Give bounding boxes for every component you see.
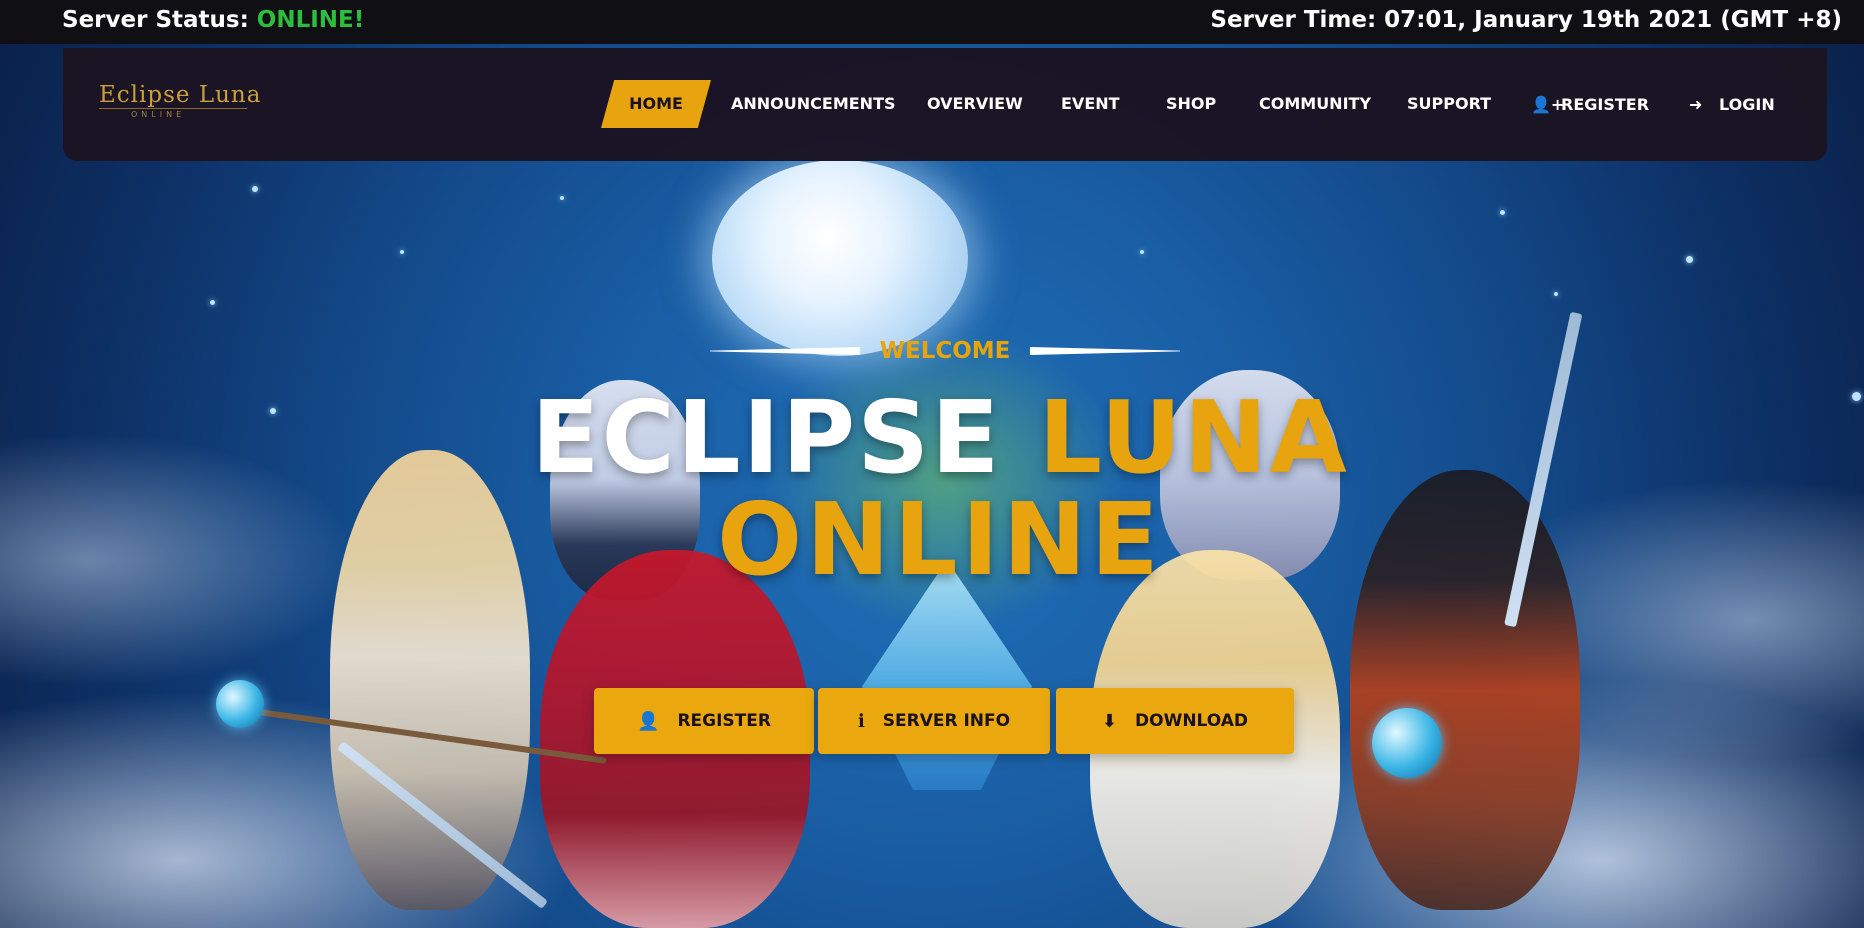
download-button[interactable]: ⬇ DOWNLOAD xyxy=(1056,688,1294,754)
download-icon: ⬇ xyxy=(1101,710,1118,732)
user-plus-icon: 👤 xyxy=(637,710,660,732)
server-status-bar: Server Status: ONLINE! Server Time: 07:0… xyxy=(0,0,1864,44)
hero-title-gold: LUNA xyxy=(1038,379,1349,496)
nav-announcements[interactable]: ANNOUNCEMENTS xyxy=(731,94,896,113)
nav-event[interactable]: EVENT xyxy=(1061,94,1120,113)
nav-home-label: HOME xyxy=(629,94,683,113)
star xyxy=(270,408,276,414)
star xyxy=(1140,250,1144,254)
logo[interactable]: Eclipse Luna xyxy=(99,82,261,108)
star xyxy=(1686,256,1693,263)
server-status-label: Server Status: xyxy=(62,7,257,33)
orb-image xyxy=(216,680,264,728)
server-time: Server Time: 07:01, January 19th 2021 (G… xyxy=(1210,7,1842,33)
star xyxy=(1554,292,1558,296)
logo-subtitle: ONLINE xyxy=(131,110,186,119)
server-info-button-label: SERVER INFO xyxy=(882,711,1011,731)
nav-login-label: LOGIN xyxy=(1719,95,1775,114)
star xyxy=(1500,210,1505,215)
server-info-button[interactable]: ℹ SERVER INFO xyxy=(818,688,1050,754)
star xyxy=(1852,392,1861,401)
nav-register[interactable]: 👤+REGISTER xyxy=(1531,95,1649,114)
nav-home[interactable]: HOME xyxy=(601,80,711,128)
star xyxy=(252,186,258,192)
nav-register-label: REGISTER xyxy=(1561,95,1650,114)
download-button-label: DOWNLOAD xyxy=(1135,711,1249,731)
star xyxy=(560,196,564,200)
nav-overview[interactable]: OVERVIEW xyxy=(927,94,1023,113)
main-navbar: Eclipse Luna ONLINE HOME ANNOUNCEMENTS O… xyxy=(63,48,1827,161)
info-icon: ℹ xyxy=(857,710,865,732)
user-plus-icon: 👤+ xyxy=(1531,95,1565,114)
welcome-heading: WELCOME xyxy=(710,338,1180,368)
logo-divider xyxy=(99,108,247,109)
sign-in-icon: ➜ xyxy=(1689,95,1703,114)
nav-login[interactable]: ➜ LOGIN xyxy=(1689,95,1775,114)
server-status-value: ONLINE! xyxy=(256,7,365,33)
star xyxy=(210,300,215,305)
nav-support[interactable]: SUPPORT xyxy=(1407,94,1491,113)
nav-community[interactable]: COMMUNITY xyxy=(1259,94,1371,113)
register-button-label: REGISTER xyxy=(677,711,771,731)
star xyxy=(400,250,404,254)
server-status: Server Status: ONLINE! xyxy=(62,7,364,33)
hero-title-line1: ECLIPSE LUNA xyxy=(460,388,1420,488)
register-button[interactable]: 👤 REGISTER xyxy=(594,688,814,754)
orb-image xyxy=(1372,708,1442,778)
moon-image xyxy=(712,160,968,356)
hero-title-white: ECLIPSE xyxy=(531,379,1039,496)
nav-shop[interactable]: SHOP xyxy=(1166,94,1216,113)
hero-title-line2: ONLINE xyxy=(717,481,1163,598)
